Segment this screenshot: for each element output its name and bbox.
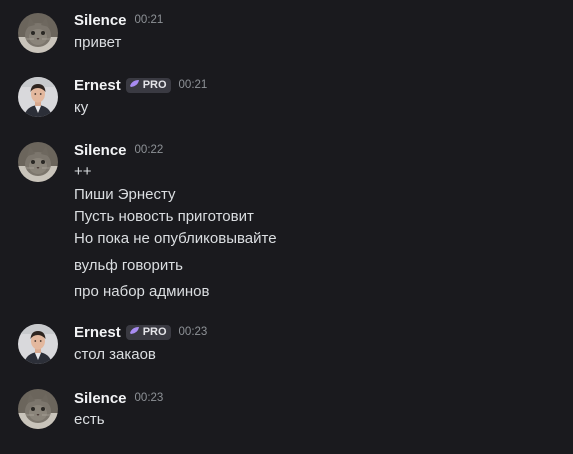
message-group: Silence 00:22 ++ Пиши Эрнесту Пусть ново… <box>0 130 573 310</box>
message-timestamp[interactable]: 00:21 <box>179 79 208 91</box>
cat-avatar-icon[interactable] <box>18 142 58 182</box>
message-timestamp[interactable]: 00:23 <box>135 392 164 404</box>
gem-icon <box>129 79 140 91</box>
message-group: Silence 00:23 есть <box>0 377 573 437</box>
message-text: вульф говорить <box>74 257 183 274</box>
gem-icon <box>129 326 140 338</box>
message-text: про набор админов <box>74 283 210 300</box>
chat-message-list: Silence 00:21 привет Ernest PRO 00:21 ку… <box>0 0 573 454</box>
author-name[interactable]: Silence <box>74 12 127 29</box>
message-text: ++ <box>74 163 92 180</box>
author-name[interactable]: Ernest <box>74 77 121 94</box>
message-group: Ernest PRO 00:21 ку <box>0 65 573 125</box>
man-avatar-icon[interactable] <box>18 324 58 364</box>
message-text: Пусть новость приготовит <box>74 208 254 225</box>
message-text: Пиши Эрнесту <box>74 186 176 203</box>
message-header: Silence 00:21 <box>74 10 163 30</box>
message-timestamp[interactable]: 00:21 <box>135 14 164 26</box>
cat-avatar-icon[interactable] <box>18 13 58 53</box>
message-group: Silence 00:21 привет <box>0 0 573 60</box>
pro-badge-label: PRO <box>142 326 167 338</box>
message-header: Ernest PRO 00:23 <box>74 322 207 342</box>
message-text: привет <box>74 34 122 51</box>
author-name[interactable]: Silence <box>74 390 127 407</box>
author-name[interactable]: Silence <box>74 142 127 159</box>
author-name[interactable]: Ernest <box>74 324 121 341</box>
message-group: Ernest PRO 00:23 стол закаов <box>0 312 573 372</box>
man-avatar-icon[interactable] <box>18 77 58 117</box>
message-text: стол закаов <box>74 346 156 363</box>
message-text: есть <box>74 411 105 428</box>
pro-badge[interactable]: PRO <box>125 77 171 93</box>
message-timestamp[interactable]: 00:23 <box>179 326 208 338</box>
cat-avatar-icon[interactable] <box>18 389 58 429</box>
message-header: Ernest PRO 00:21 <box>74 75 207 95</box>
message-header: Silence 00:23 <box>74 388 163 408</box>
message-text: Но пока не опубликовывайте <box>74 230 277 247</box>
pro-badge[interactable]: PRO <box>125 324 171 340</box>
pro-badge-label: PRO <box>142 79 167 91</box>
message-text: ку <box>74 99 89 116</box>
message-header: Silence 00:22 <box>74 140 163 160</box>
message-timestamp[interactable]: 00:22 <box>135 144 164 156</box>
